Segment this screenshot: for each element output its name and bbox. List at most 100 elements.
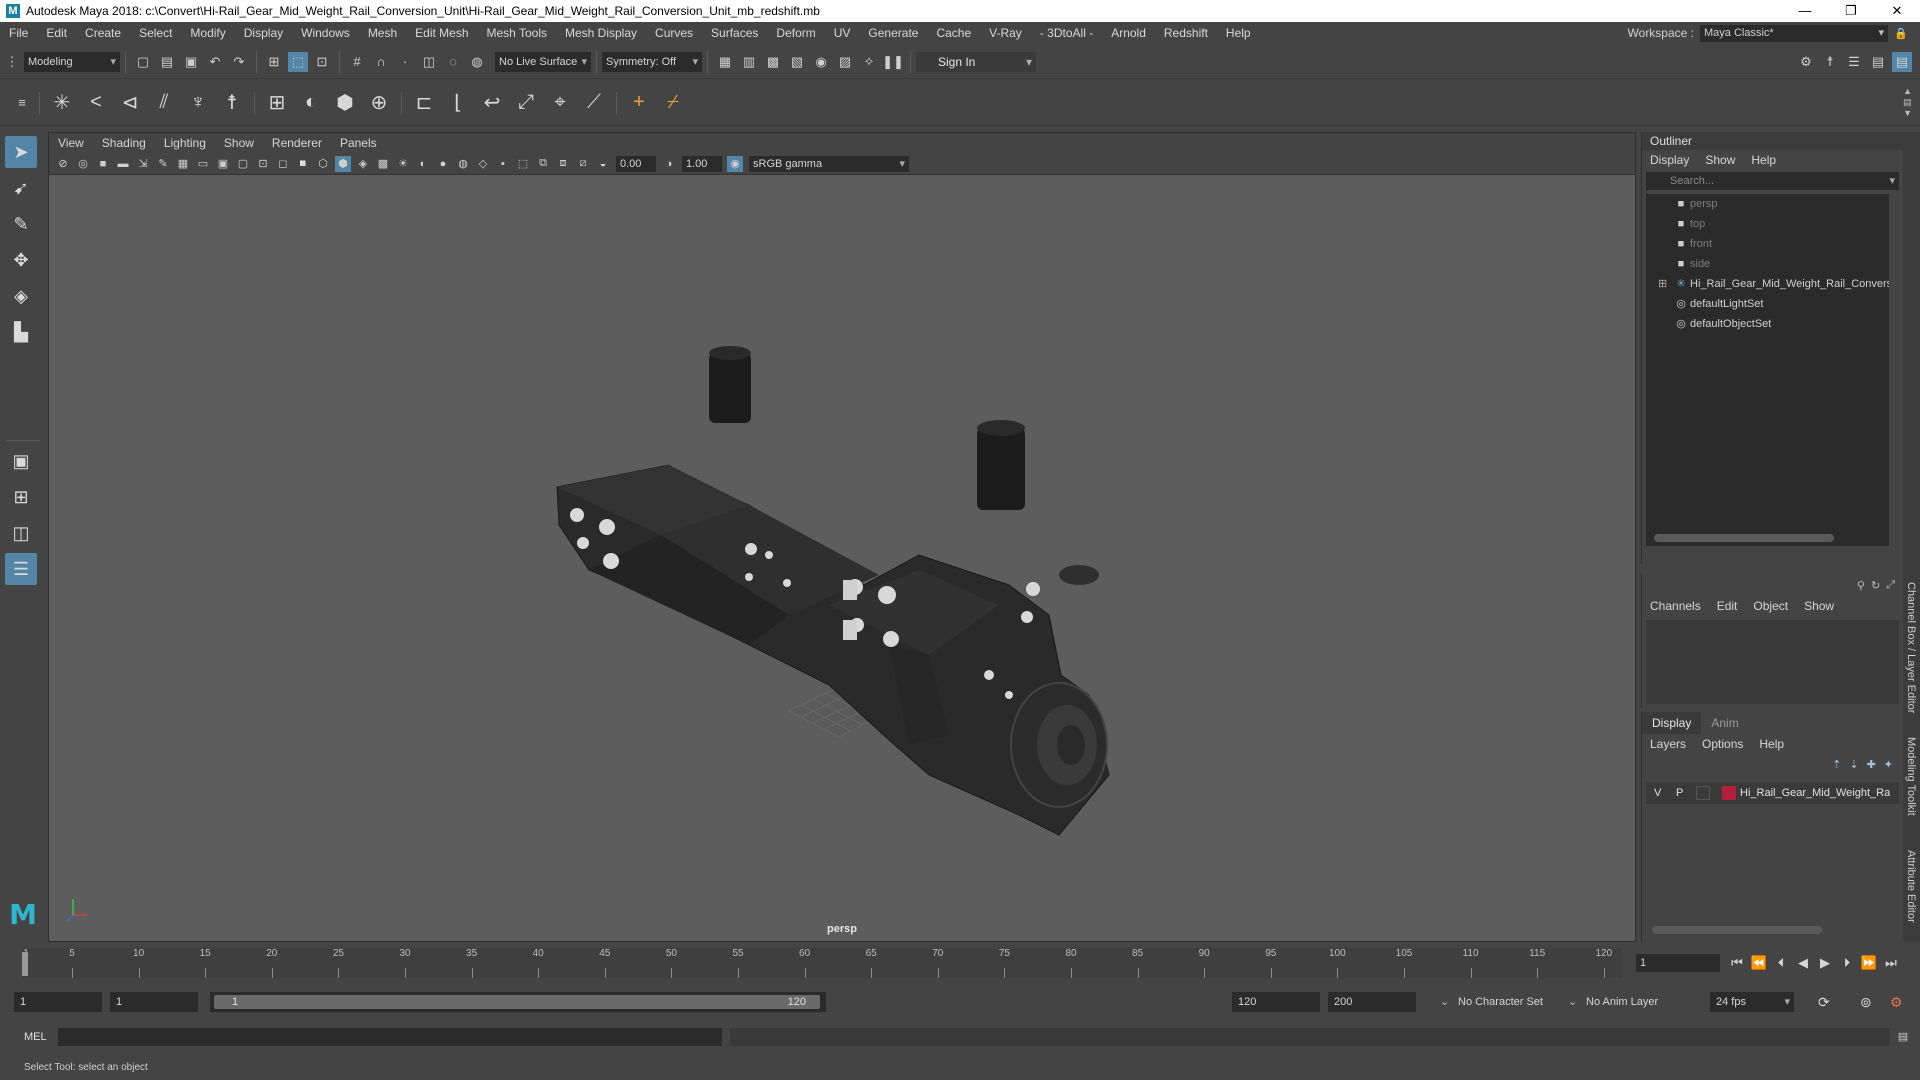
outliner-menu-show[interactable]: Show (1697, 150, 1743, 170)
bookmark-icon[interactable]: ■ (95, 156, 111, 172)
snap-grid-icon[interactable]: # (347, 52, 367, 72)
open-scene-icon[interactable]: ▤ (157, 52, 177, 72)
new-layer-selected-icon[interactable]: ✦ (1884, 758, 1893, 771)
resolution-gate-icon[interactable]: ▣ (215, 156, 231, 172)
scale-tool-icon[interactable]: ▙ (5, 316, 37, 348)
outliner-layout-icon[interactable]: ☰ (5, 553, 37, 585)
script-editor-icon[interactable]: ▤ (1894, 1028, 1912, 1046)
current-time-marker[interactable] (22, 952, 28, 976)
expand-icon[interactable]: ⊞ (1658, 274, 1667, 294)
locator-constraint-icon[interactable]: ⌿ (658, 88, 688, 118)
command-input[interactable] (58, 1028, 722, 1046)
snap-curve-icon[interactable]: ∩ (371, 52, 391, 72)
move-tool-icon[interactable]: ✥ (5, 244, 37, 276)
two-view-icon[interactable]: ◫ (5, 517, 37, 549)
menu-mesh-display[interactable]: Mesh Display (556, 22, 646, 44)
grease-pencil-icon[interactable]: ✎ (155, 156, 171, 172)
camera-select-icon[interactable]: ⊘ (55, 156, 71, 172)
pause-icon[interactable]: ❚❚ (882, 52, 904, 72)
menu-curves[interactable]: Curves (646, 22, 702, 44)
menu-modify[interactable]: Modify (181, 22, 234, 44)
live-icon[interactable]: ◍ (467, 52, 487, 72)
render-settings-icon[interactable]: ▧ (787, 52, 807, 72)
select-tool-icon[interactable]: ➤ (5, 136, 37, 168)
lasso-tool-icon[interactable]: ➹ (5, 172, 37, 204)
hypershade-icon[interactable]: ◉ (811, 52, 831, 72)
loop-icon[interactable]: ⟳ (1818, 992, 1830, 1012)
exposure-field[interactable]: 0.00 (616, 155, 656, 172)
close-button[interactable]: ✕ (1874, 0, 1920, 22)
tool-settings-icon[interactable]: ▤ (1868, 52, 1888, 72)
menu-mesh-tools[interactable]: Mesh Tools (478, 22, 556, 44)
joint-tool-icon[interactable]: ✳ (47, 88, 77, 118)
rail-gear-model[interactable] (556, 346, 1110, 836)
go-to-start-icon[interactable]: ⏮ (1726, 955, 1748, 971)
film-gate-icon[interactable]: ▭ (195, 156, 211, 172)
mode-select[interactable]: Modeling (24, 51, 120, 72)
wireframe-icon[interactable]: ⬡ (315, 156, 331, 172)
outliner-menu-display[interactable]: Display (1642, 150, 1697, 170)
move-layer-down-icon[interactable]: ⇣ (1849, 758, 1858, 771)
preferences-icon[interactable]: ⚙ (1890, 992, 1903, 1012)
smooth-shade-icon[interactable]: ⬢ (335, 155, 351, 172)
select-object-icon[interactable]: ⬚ (288, 51, 308, 72)
select-component-icon[interactable]: ⊡ (312, 52, 332, 72)
command-language-label[interactable]: MEL (24, 1028, 47, 1046)
cluster-icon[interactable]: ⊕ (364, 88, 394, 118)
modeling-toolkit-icon[interactable]: ⚙ (1796, 52, 1816, 72)
workspace-select[interactable]: Maya Classic* (1700, 24, 1888, 42)
isolate-select-icon[interactable]: ⬚ (515, 156, 531, 172)
menu-uv[interactable]: UV (825, 22, 860, 44)
channel-menu-show[interactable]: Show (1796, 596, 1842, 616)
menu-deform[interactable]: Deform (767, 22, 824, 44)
outliner-menu-help[interactable]: Help (1743, 150, 1784, 170)
list-item[interactable]: ■ side (1646, 254, 1889, 274)
snap-surface-icon[interactable]: ◌ (443, 52, 463, 72)
time-ruler[interactable]: 1 51015202530354045505560657075808590951… (22, 948, 1622, 978)
safe-title-icon[interactable]: ◽ (295, 156, 311, 172)
play-forward-icon[interactable]: ▶ (1814, 955, 1836, 971)
channel-box-refresh-icon[interactable]: ↻ (1871, 579, 1880, 592)
snap-view-icon[interactable]: ◫ (419, 52, 439, 72)
motion-blur-icon[interactable]: ◍ (455, 156, 471, 172)
rotate-tool-icon[interactable]: ◈ (5, 280, 37, 312)
layer-menu-options[interactable]: Options (1694, 734, 1751, 754)
anim-layer-icon[interactable]: ⌄ (1568, 992, 1577, 1012)
move-layer-up-icon[interactable]: ⇡ (1832, 758, 1841, 771)
textured-icon[interactable]: ▩ (375, 156, 391, 172)
channel-box-body[interactable] (1646, 620, 1899, 704)
animation-start-field[interactable]: 1 (14, 992, 102, 1012)
playback-start-field[interactable]: 1 (110, 992, 198, 1012)
shelf-options-icon[interactable]: ▤ (1903, 97, 1912, 108)
auto-key-icon[interactable]: ⊚ (1860, 992, 1872, 1012)
channel-box-icon[interactable]: ▤ (1892, 52, 1912, 72)
humanik-icon[interactable]: ☨ (217, 88, 247, 118)
tab-anim[interactable]: Anim (1701, 712, 1748, 734)
undo-icon[interactable]: ↶ (205, 52, 225, 72)
character-controls-icon[interactable]: ☨ (1820, 52, 1840, 72)
layer-color-swatch[interactable] (1722, 786, 1736, 800)
menu-arnold[interactable]: Arnold (1102, 22, 1155, 44)
lattice-icon[interactable]: ⊞ (262, 88, 292, 118)
fps-select[interactable]: 24 fps (1710, 992, 1794, 1012)
render-frame-icon[interactable]: ▦ (715, 52, 735, 72)
menu-edit[interactable]: Edit (37, 22, 76, 44)
gate-mask-icon[interactable]: ▢ (235, 156, 251, 172)
constraint-pole-icon[interactable]: ⟋ (579, 88, 609, 118)
view-transform-select[interactable]: sRGB gamma (749, 155, 909, 172)
list-item[interactable]: ◎ defaultLightSet (1646, 294, 1889, 314)
layer-row[interactable]: V P Hi_Rail_Gear_Mid_Weight_Rail (1646, 782, 1899, 804)
layer-name[interactable]: Hi_Rail_Gear_Mid_Weight_Rail (1740, 782, 1890, 804)
snap-point-icon[interactable]: ∙ (395, 52, 415, 72)
viewport-menu-view[interactable]: View (49, 133, 93, 153)
gamma-field[interactable]: 1.00 (682, 155, 722, 172)
list-item[interactable]: ■ top (1646, 214, 1889, 234)
new-layer-icon[interactable]: ✚ (1867, 758, 1876, 771)
range-bar[interactable]: 1 120 (210, 992, 826, 1012)
select-hierarchy-icon[interactable]: ⊞ (264, 52, 284, 72)
locator-icon[interactable]: + (624, 88, 654, 118)
render-sequence-icon[interactable]: ▥ (739, 52, 759, 72)
go-to-end-icon[interactable]: ⏭ (1880, 955, 1902, 971)
color-management-icon[interactable]: ◉ (727, 155, 743, 172)
step-back-key-icon[interactable]: ⏪ (1748, 955, 1770, 971)
